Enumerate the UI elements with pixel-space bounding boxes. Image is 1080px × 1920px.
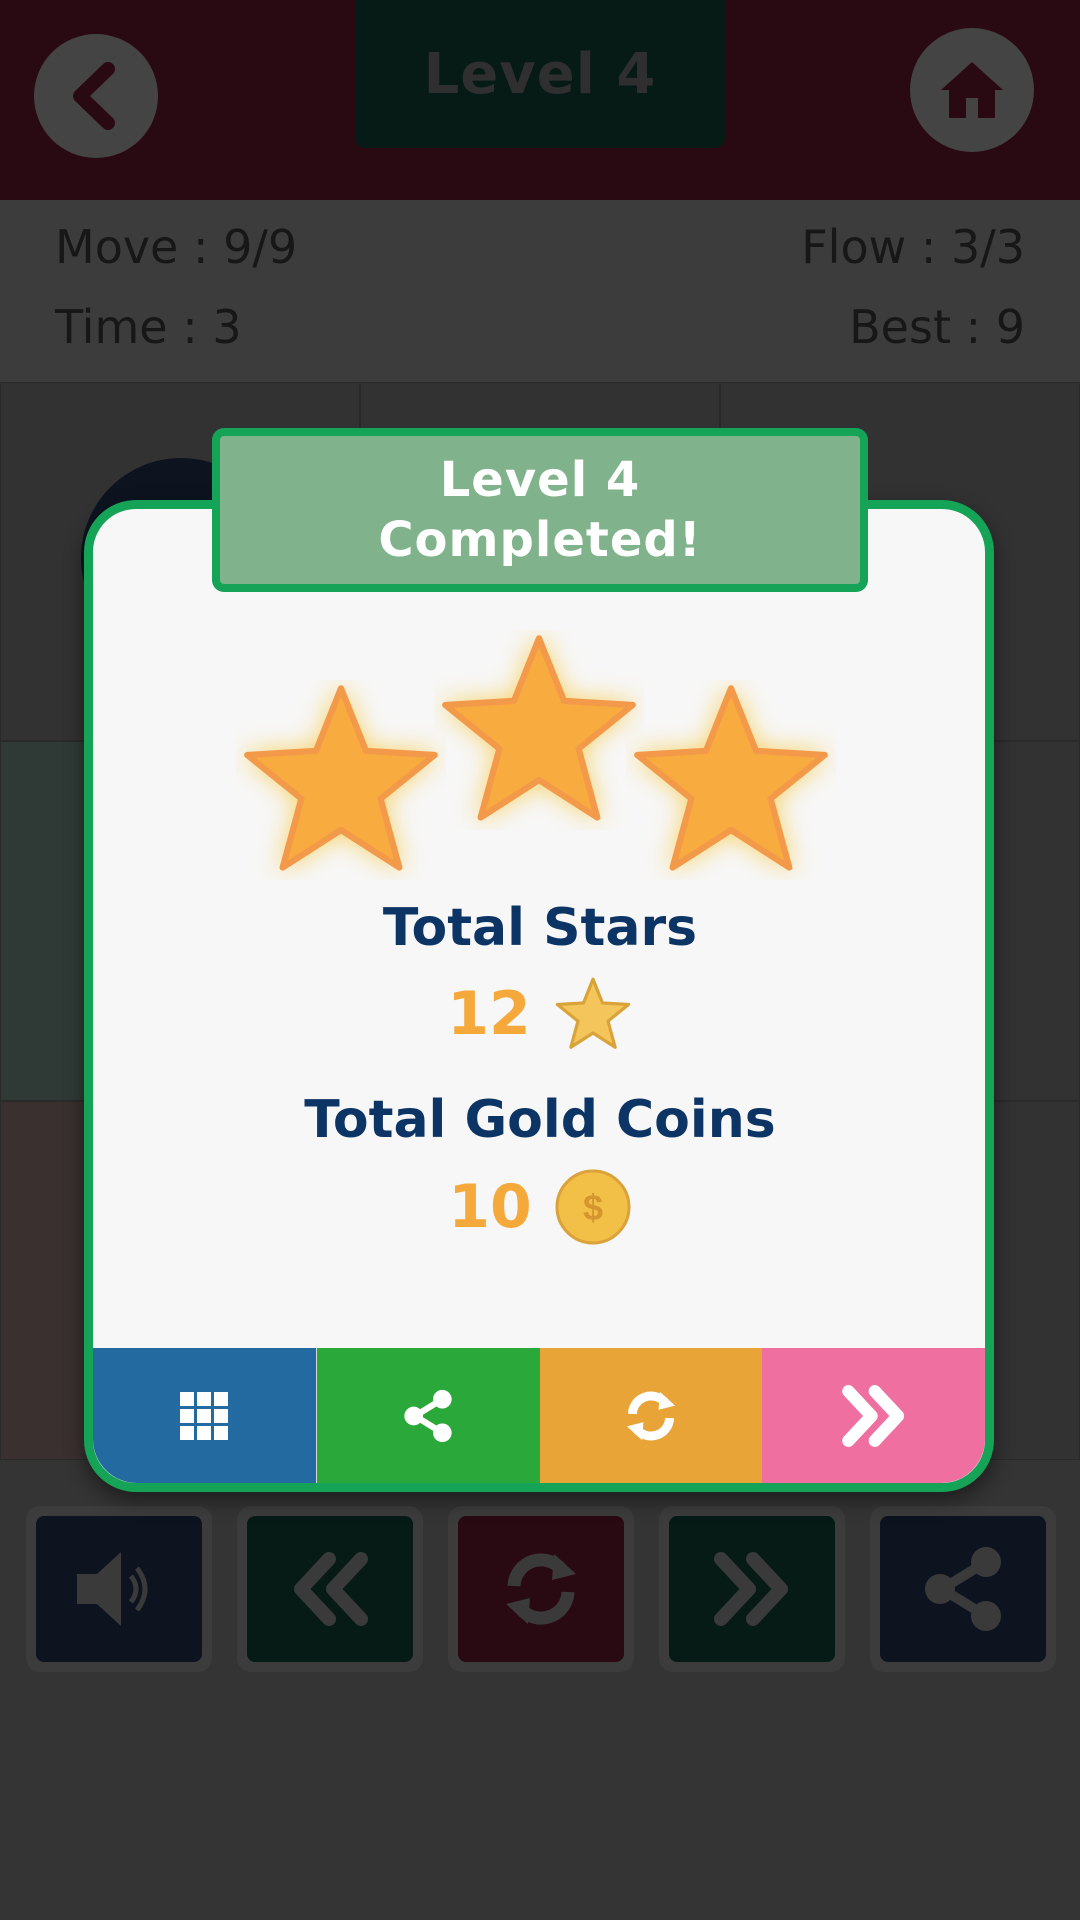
bottom-controls [0,1506,1080,1672]
grid-icon [180,1391,229,1440]
dialog-button-bar [93,1348,985,1483]
total-stars-row: 12 [0,976,1080,1052]
star-icon [555,977,630,1049]
share-icon [925,1547,1001,1631]
share-button[interactable] [870,1506,1056,1672]
move-counter: Move : 9/9 [55,220,298,274]
dialog-title-banner: Level 4 Completed! [212,428,868,592]
sound-button[interactable] [26,1506,212,1672]
back-button[interactable] [34,34,158,158]
earned-stars [0,630,1080,890]
share-icon [404,1389,452,1442]
restart-button[interactable] [448,1506,634,1672]
stats-panel: Move : 9/9 Time : 3 Flow : 3/3 Best : 9 [0,200,1080,382]
star-icon [442,635,636,821]
best-counter: Best : 9 [849,300,1025,354]
star-icon [634,685,828,871]
double-chevron-left-icon [294,1552,368,1626]
time-counter: Time : 3 [55,300,242,354]
double-chevron-right-icon [841,1384,904,1447]
double-chevron-right-icon [714,1552,788,1626]
replay-button[interactable] [539,1348,763,1483]
flow-counter: Flow : 3/3 [801,220,1025,274]
home-button[interactable] [910,28,1034,152]
refresh-icon [626,1391,675,1440]
total-coins-value: 10 [448,1172,532,1242]
chevron-left-icon [73,62,115,130]
dialog-title-line2: Completed! [378,512,702,568]
coin-icon: $ [555,1169,631,1245]
total-stars-value: 12 [447,979,531,1049]
refresh-icon [506,1553,576,1625]
total-stars-label: Total Stars [382,898,698,958]
next-button[interactable] [762,1348,985,1483]
speaker-icon [77,1552,148,1626]
level-title: Level 4 [423,41,657,107]
star-icon [244,685,438,871]
home-icon [941,62,1003,118]
total-coins-label: Total Gold Coins [304,1090,776,1150]
next-level-button[interactable] [659,1506,845,1672]
coin-symbol: $ [583,1187,603,1228]
top-bar: Level 4 [0,0,1080,200]
total-coins-row: 10 $ [0,1168,1080,1246]
previous-level-button[interactable] [237,1506,423,1672]
dialog-title-line1: Level 4 [439,452,641,508]
share-result-button[interactable] [315,1348,540,1483]
level-title-box: Level 4 [355,0,725,148]
levels-button[interactable] [93,1348,316,1483]
